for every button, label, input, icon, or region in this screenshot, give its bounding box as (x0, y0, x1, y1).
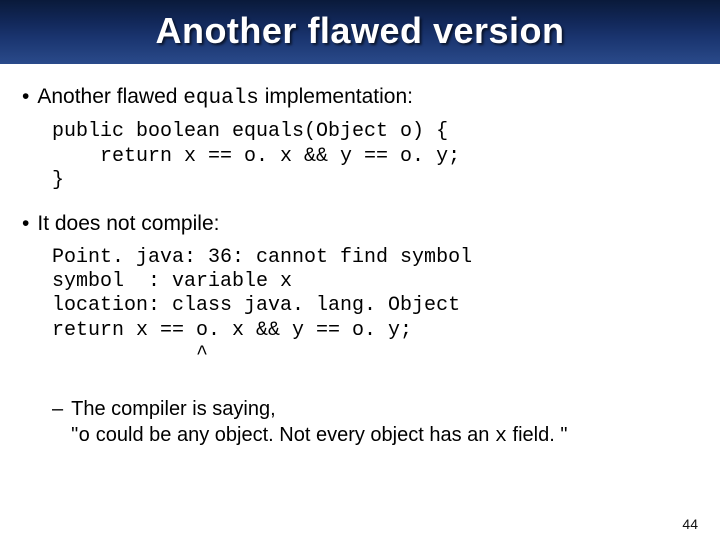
code-block-2: Point. java: 36: cannot find symbol symb… (22, 244, 698, 386)
bullet-1: • Another flawed equals implementation: (22, 84, 698, 112)
sub-end: field. " (507, 424, 567, 446)
bullet-1-text: Another flawed equals implementation: (37, 84, 413, 112)
sub-line1: The compiler is saying, (71, 398, 276, 420)
bullet-1-pre: Another flawed (37, 85, 183, 108)
sub-bullet-dash-icon: – (52, 396, 63, 450)
slide-body: • Another flawed equals implementation: … (0, 64, 720, 450)
bullet-1-post: implementation: (259, 85, 413, 108)
sub-code-o: o (78, 425, 90, 448)
bullet-1-code: equals (183, 87, 259, 110)
bullet-2: • It does not compile: (22, 211, 698, 237)
sub-bullet-text: The compiler is saying, "o could be any … (71, 396, 567, 450)
page-number: 44 (682, 516, 698, 532)
slide: Another flawed version • Another flawed … (0, 0, 720, 540)
slide-title: Another flawed version (0, 10, 720, 52)
sub-code-x: x (495, 425, 507, 448)
code-block-1: public boolean equals(Object o) { return… (22, 118, 698, 211)
sub-mid: could be any object. Not every object ha… (90, 424, 495, 446)
bullet-2-text: It does not compile: (37, 211, 219, 237)
sub-bullet: – The compiler is saying, "o could be an… (22, 396, 698, 450)
bullet-dot-icon: • (22, 211, 29, 237)
bullet-dot-icon: • (22, 84, 29, 112)
title-band: Another flawed version (0, 0, 720, 64)
